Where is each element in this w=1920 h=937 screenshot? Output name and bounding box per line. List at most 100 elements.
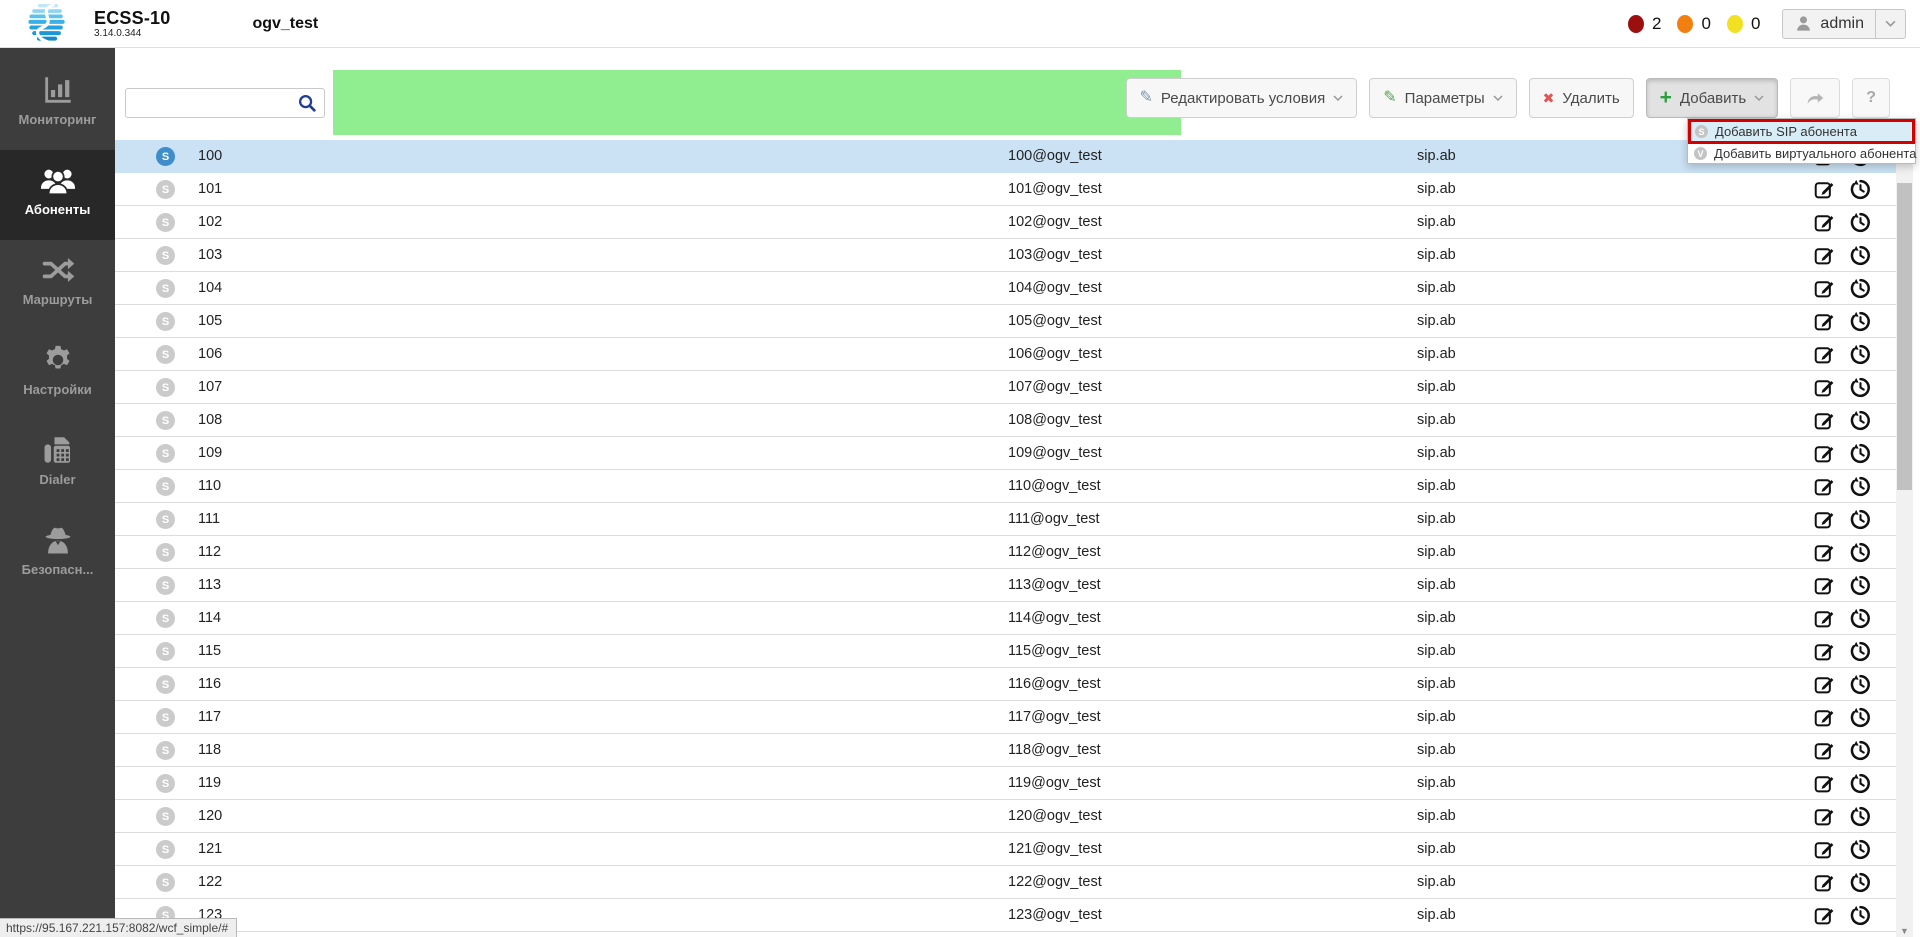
help-button[interactable]: ? — [1852, 78, 1890, 118]
edit-icon[interactable] — [1813, 838, 1836, 866]
sidebar-item-routes[interactable]: Маршруты — [0, 240, 115, 330]
forward-button[interactable] — [1790, 78, 1841, 118]
sip-subscriber-badge: S — [156, 345, 175, 364]
parameters-button[interactable]: ✎ Параметры — [1369, 78, 1517, 118]
user-dropdown-button[interactable] — [1876, 8, 1906, 39]
subscriber-number: 111 — [198, 511, 221, 527]
sidebar-item-security[interactable]: Безопасн... — [0, 510, 115, 600]
edit-icon[interactable] — [1813, 310, 1836, 338]
history-icon[interactable] — [1849, 343, 1872, 371]
history-icon[interactable] — [1849, 574, 1872, 602]
table-row[interactable]: S 101 101@ogv_test sip.ab — [115, 173, 1896, 206]
edit-icon[interactable] — [1813, 871, 1836, 899]
table-row[interactable]: S 100 100@ogv_test sip.ab — [115, 140, 1896, 173]
edit-icon[interactable] — [1813, 211, 1836, 239]
edit-icon[interactable] — [1813, 805, 1836, 833]
history-icon[interactable] — [1849, 508, 1872, 536]
history-icon[interactable] — [1849, 904, 1872, 932]
user-button[interactable]: admin — [1782, 8, 1876, 39]
table-row[interactable]: S 119 119@ogv_test sip.ab — [115, 767, 1896, 800]
edit-icon[interactable] — [1813, 673, 1836, 701]
scrollbar-thumb[interactable] — [1897, 183, 1912, 490]
menu-item-add-virtual-subscriber[interactable]: V Добавить виртуального абонента — [1688, 144, 1916, 163]
sidebar-item-subscribers[interactable]: Абоненты — [0, 150, 115, 240]
table-row[interactable]: S 114 114@ogv_test sip.ab — [115, 602, 1896, 635]
add-button[interactable]: + Добавить — [1645, 78, 1779, 118]
history-icon[interactable] — [1849, 178, 1872, 206]
history-icon[interactable] — [1849, 475, 1872, 503]
table-row[interactable]: S 112 112@ogv_test sip.ab — [115, 536, 1896, 569]
history-icon[interactable] — [1849, 541, 1872, 569]
table-row[interactable]: S 115 115@ogv_test sip.ab — [115, 635, 1896, 668]
table-row[interactable]: S 103 103@ogv_test sip.ab — [115, 239, 1896, 272]
vertical-scrollbar[interactable]: ▼ — [1896, 140, 1913, 937]
history-icon[interactable] — [1849, 310, 1872, 338]
edit-icon[interactable] — [1813, 541, 1836, 569]
history-icon[interactable] — [1849, 706, 1872, 734]
history-icon[interactable] — [1849, 607, 1872, 635]
edit-icon[interactable] — [1813, 376, 1836, 404]
table-row[interactable]: S 120 120@ogv_test sip.ab — [115, 800, 1896, 833]
table-row[interactable]: S 107 107@ogv_test sip.ab — [115, 371, 1896, 404]
delete-button[interactable]: ✖ Удалить — [1528, 78, 1634, 118]
edit-icon[interactable] — [1813, 178, 1836, 206]
table-row[interactable]: S 102 102@ogv_test sip.ab — [115, 206, 1896, 239]
sidebar-item-dialer[interactable]: Dialer — [0, 420, 115, 510]
history-icon[interactable] — [1849, 277, 1872, 305]
table-row[interactable]: S 104 104@ogv_test sip.ab — [115, 272, 1896, 305]
edit-conditions-button[interactable]: ✎ Редактировать условия — [1125, 78, 1358, 118]
search-icon[interactable] — [297, 93, 318, 119]
alarm-indicator[interactable]: 0 — [1726, 14, 1760, 34]
history-icon[interactable] — [1849, 376, 1872, 404]
edit-icon[interactable] — [1813, 640, 1836, 668]
table-row[interactable]: S 117 117@ogv_test sip.ab — [115, 701, 1896, 734]
history-icon[interactable] — [1849, 739, 1872, 767]
table-row[interactable]: S 110 110@ogv_test sip.ab — [115, 470, 1896, 503]
table-row[interactable]: S 111 111@ogv_test sip.ab — [115, 503, 1896, 536]
history-icon[interactable] — [1849, 673, 1872, 701]
edit-icon[interactable] — [1813, 244, 1836, 272]
edit-icon[interactable] — [1813, 574, 1836, 602]
history-icon[interactable] — [1849, 640, 1872, 668]
table-row[interactable]: S 123 123@ogv_test sip.ab — [115, 899, 1896, 932]
question-icon: ? — [1866, 89, 1876, 106]
table-row[interactable]: S 122 122@ogv_test sip.ab — [115, 866, 1896, 899]
table-row[interactable]: S 109 109@ogv_test sip.ab — [115, 437, 1896, 470]
subscriber-number: 104 — [198, 280, 223, 296]
table-row[interactable]: S 121 121@ogv_test sip.ab — [115, 833, 1896, 866]
table-row[interactable]: S 106 106@ogv_test sip.ab — [115, 338, 1896, 371]
table-row[interactable]: S 113 113@ogv_test sip.ab — [115, 569, 1896, 602]
edit-icon[interactable] — [1813, 475, 1836, 503]
table-row[interactable]: S 108 108@ogv_test sip.ab — [115, 404, 1896, 437]
history-icon[interactable] — [1849, 442, 1872, 470]
edit-icon[interactable] — [1813, 343, 1836, 371]
edit-icon[interactable] — [1813, 277, 1836, 305]
edit-icon[interactable] — [1813, 706, 1836, 734]
sidebar-item-settings[interactable]: Настройки — [0, 330, 115, 420]
edit-icon[interactable] — [1813, 409, 1836, 437]
history-icon[interactable] — [1849, 211, 1872, 239]
scrollbar-down-arrow[interactable]: ▼ — [1896, 926, 1913, 936]
table-row[interactable]: S 118 118@ogv_test sip.ab — [115, 734, 1896, 767]
edit-icon[interactable] — [1813, 442, 1836, 470]
sip-subscriber-badge: S — [156, 774, 175, 793]
history-icon[interactable] — [1849, 409, 1872, 437]
edit-icon[interactable] — [1813, 607, 1836, 635]
table-row[interactable]: S 105 105@ogv_test sip.ab — [115, 305, 1896, 338]
sidebar-item-monitoring[interactable]: Мониторинг — [0, 60, 115, 150]
menu-item-add-sip-subscriber[interactable]: S Добавить SIP абонента — [1688, 119, 1915, 144]
history-icon[interactable] — [1849, 772, 1872, 800]
edit-icon[interactable] — [1813, 739, 1836, 767]
table-row[interactable]: S 116 116@ogv_test sip.ab — [115, 668, 1896, 701]
edit-icon[interactable] — [1813, 904, 1836, 932]
search-input[interactable] — [126, 89, 324, 117]
history-icon[interactable] — [1849, 838, 1872, 866]
edit-icon[interactable] — [1813, 772, 1836, 800]
alarm-indicator[interactable]: 2 — [1628, 14, 1661, 34]
alarm-indicator[interactable]: 0 — [1677, 14, 1711, 34]
history-icon[interactable] — [1849, 805, 1872, 833]
edit-icon[interactable] — [1813, 508, 1836, 536]
history-icon[interactable] — [1849, 871, 1872, 899]
history-icon[interactable] — [1849, 244, 1872, 272]
subscriber-group: sip.ab — [1417, 610, 1456, 626]
